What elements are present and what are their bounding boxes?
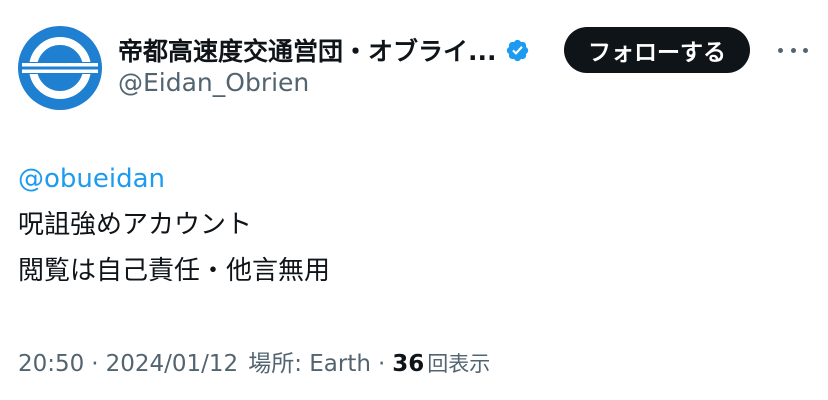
tweet-card: 帝都高速度交通営団・オブライ... @Eidan_Obrien フォローする @… (0, 0, 828, 400)
display-name[interactable]: 帝都高速度交通営団・オブライ... (118, 32, 497, 68)
separator: · (91, 351, 99, 377)
tweet-line: 閲覧は自己責任・他言無用 (18, 256, 331, 286)
follow-button[interactable]: フォローする (564, 27, 750, 73)
eidan-logo-icon (18, 26, 102, 110)
avatar[interactable] (18, 26, 102, 110)
dot-icon (778, 47, 783, 53)
tweet-meta: 20:50 · 2024/01/12 場所: Earth · 36 回表示 (18, 344, 490, 378)
dot-icon (790, 47, 796, 53)
separator: · (377, 351, 386, 377)
tweet-time[interactable]: 20:50 (18, 351, 84, 377)
name-row: 帝都高速度交通営団・オブライ... (118, 34, 530, 66)
more-horizontal-icon[interactable] (778, 40, 808, 60)
user-handle[interactable]: @Eidan_Obrien (118, 68, 309, 97)
tweet-date[interactable]: 2024/01/12 (106, 351, 239, 377)
mention-link[interactable]: @obueidan (18, 156, 330, 202)
tweet-line: 呪詛強めアカウント (18, 210, 253, 240)
tweet-location: 場所: Earth (248, 351, 371, 377)
verified-badge-icon (505, 38, 530, 63)
views-count: 36 (392, 351, 425, 377)
dot-icon (803, 47, 808, 53)
tweet-text: @obueidan 呪詛強めアカウント 閲覧は自己責任・他言無用 (18, 156, 330, 294)
views-label: 回表示 (427, 352, 491, 376)
